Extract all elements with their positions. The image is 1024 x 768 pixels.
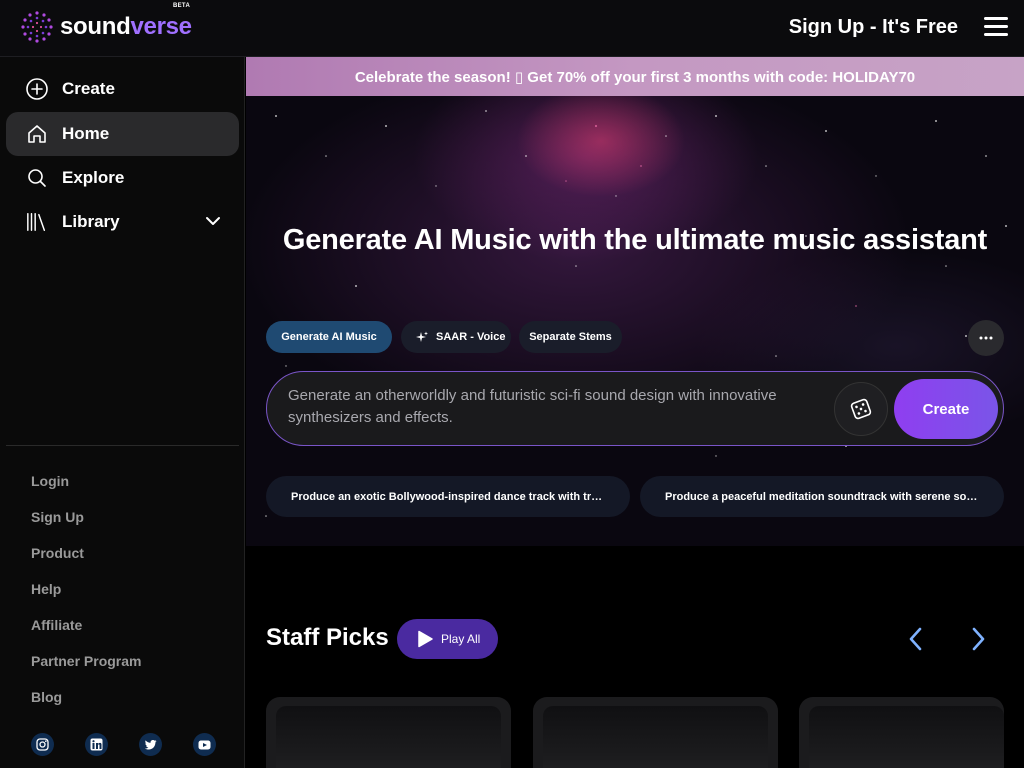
sidebar-link-login[interactable]: Login <box>31 473 69 489</box>
card-artwork <box>809 706 1004 768</box>
dice-icon <box>850 398 872 420</box>
card-artwork <box>276 706 501 768</box>
sparkle-icon <box>415 331 428 344</box>
staff-pick-card[interactable] <box>266 697 511 768</box>
prompt-input[interactable]: Generate an otherworldly and futuristic … <box>288 385 808 429</box>
play-icon <box>418 630 433 648</box>
hero-section: Generate AI Music with the ultimate musi… <box>246 96 1024 546</box>
staff-picks-title: Staff Picks <box>266 624 389 651</box>
logo-icon <box>21 11 53 43</box>
sidebar-link-partner-program[interactable]: Partner Program <box>31 653 141 669</box>
mode-tab-separate-stems[interactable]: Separate Stems <box>519 321 622 353</box>
sidebar-divider <box>6 445 239 446</box>
plus-circle-icon <box>26 78 48 100</box>
sidebar-item-explore[interactable]: Explore <box>6 156 239 200</box>
sidebar-link-signup[interactable]: Sign Up <box>31 509 84 525</box>
chevron-left-icon[interactable] <box>904 626 928 652</box>
sidebar-item-label: Library <box>62 212 120 231</box>
play-all-button[interactable]: Play All <box>397 619 498 659</box>
sidebar-link-blog[interactable]: Blog <box>31 689 62 705</box>
sidebar-item-library[interactable]: Library <box>6 200 239 244</box>
promo-text: Celebrate the season! ▯ Get 70% off your… <box>354 68 916 86</box>
hero-title: Generate AI Music with the ultimate musi… <box>282 224 988 256</box>
sidebar-item-home[interactable]: Home <box>6 112 239 156</box>
sidebar-item-label: Create <box>62 79 115 98</box>
more-horizontal-icon <box>979 336 993 340</box>
prompt-suggestion[interactable]: Produce a peaceful meditation soundtrack… <box>640 476 1004 517</box>
linkedin-icon[interactable] <box>85 733 108 756</box>
library-icon <box>26 211 48 233</box>
beta-badge: BETA <box>173 3 191 9</box>
prompt-input-box[interactable]: Generate an otherworldly and futuristic … <box>266 371 1004 446</box>
create-button[interactable]: Create <box>894 379 998 439</box>
prompt-suggestion[interactable]: Produce an exotic Bollywood-inspired dan… <box>266 476 630 517</box>
randomize-button[interactable] <box>834 382 888 436</box>
card-artwork <box>543 706 768 768</box>
sidebar-link-help[interactable]: Help <box>31 581 61 597</box>
social-links <box>31 733 216 756</box>
sidebar-link-affiliate[interactable]: Affiliate <box>31 617 82 633</box>
hamburger-icon[interactable] <box>984 17 1008 37</box>
staff-pick-card[interactable] <box>533 697 778 768</box>
promo-banner[interactable]: Celebrate the season! ▯ Get 70% off your… <box>246 57 1024 96</box>
twitter-icon[interactable] <box>139 733 162 756</box>
signup-button[interactable]: Sign Up - It's Free <box>789 16 958 39</box>
mode-tab-label: Generate AI Music <box>281 331 377 343</box>
mode-tab-label: SAAR - Voice <box>436 331 506 343</box>
mode-tab-label: Separate Stems <box>529 331 612 343</box>
staff-pick-card[interactable] <box>799 697 1004 768</box>
suggestion-label: Produce an exotic Bollywood-inspired dan… <box>291 490 605 503</box>
chevron-down-icon[interactable] <box>205 213 221 229</box>
logo[interactable]: soundverse <box>20 10 192 44</box>
sidebar-item-label: Home <box>62 124 110 143</box>
top-bar: soundverse BETA Sign Up - It's Free <box>0 0 1024 57</box>
home-icon <box>26 123 48 145</box>
instagram-icon[interactable] <box>31 733 54 756</box>
sidebar: Create Home Explore Library Login Sign U… <box>0 57 245 768</box>
mode-tab-generate-ai-music[interactable]: Generate AI Music <box>266 321 392 353</box>
sidebar-item-create[interactable]: Create <box>6 67 239 111</box>
sidebar-item-label: Explore <box>62 168 125 187</box>
more-options-button[interactable] <box>968 320 1004 356</box>
search-icon <box>26 167 48 189</box>
sidebar-link-product[interactable]: Product <box>31 545 84 561</box>
chevron-right-icon[interactable] <box>966 626 990 652</box>
logo-text: soundverse <box>60 13 192 40</box>
suggestion-label: Produce a peaceful meditation soundtrack… <box>665 490 979 503</box>
play-all-label: Play All <box>441 632 481 646</box>
mode-tab-saar-voice[interactable]: SAAR - Voice <box>401 321 511 353</box>
youtube-icon[interactable] <box>193 733 216 756</box>
